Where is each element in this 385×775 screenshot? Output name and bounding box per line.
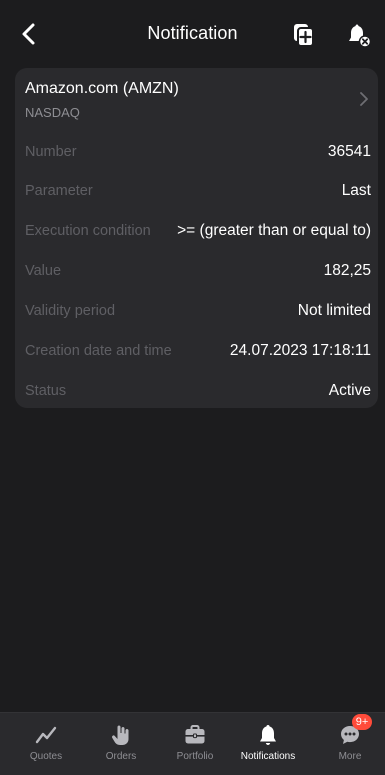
tab-more[interactable]: 9+ More — [315, 713, 385, 775]
detail-label: Parameter — [25, 183, 93, 199]
detail-label: Validity period — [25, 303, 116, 319]
detail-value: Not limited — [297, 302, 371, 319]
instrument-row[interactable]: Amazon.com (AMZN) NASDAQ — [15, 68, 378, 124]
detail-row-number: Number 36541 — [25, 140, 371, 164]
detail-row-value: Value 182,25 — [25, 259, 371, 283]
instrument-name: Amazon.com (AMZN) — [25, 80, 179, 97]
tab-bar: Quotes Orders Portfolio Notifications 9+ — [0, 712, 385, 775]
detail-row-parameter: Parameter Last — [25, 179, 371, 203]
detail-value: 36541 — [327, 143, 371, 160]
detail-label: Number — [25, 144, 77, 160]
tab-label: Notifications — [240, 751, 296, 762]
chevron-right-icon — [360, 92, 368, 106]
tab-quotes[interactable]: Quotes — [11, 713, 81, 775]
tab-label: More — [338, 751, 362, 762]
detail-label: Creation date and time — [25, 343, 172, 359]
detail-row-validity-period: Validity period Not limited — [25, 299, 371, 323]
detail-label: Value — [25, 263, 62, 279]
chevron-left-icon[interactable] — [18, 22, 42, 46]
tab-label: Orders — [105, 751, 137, 762]
top-bar: Notification — [0, 0, 385, 66]
detail-row-status: Status Active — [25, 379, 371, 403]
instrument-exchange: NASDAQ — [25, 105, 80, 120]
bell-icon — [260, 725, 276, 745]
tab-label: Quotes — [29, 751, 63, 762]
tab-notifications[interactable]: Notifications — [233, 713, 303, 775]
tab-orders[interactable]: Orders — [86, 713, 156, 775]
tab-label: Portfolio — [176, 751, 214, 762]
notification-card: Amazon.com (AMZN) NASDAQ Number 36541 Pa… — [15, 68, 378, 408]
bell-delete-icon[interactable] — [346, 22, 372, 48]
chart-line-icon — [35, 726, 57, 744]
hand-icon — [112, 725, 129, 745]
more-badge: 9+ — [352, 714, 372, 730]
detail-label: Execution condition — [25, 223, 151, 239]
detail-row-execution-condition: Execution condition >= (greater than or … — [25, 219, 371, 243]
detail-label: Status — [25, 383, 67, 399]
detail-value: >= (greater than or equal to) — [177, 222, 371, 239]
detail-value: 24.07.2023 17:18:11 — [229, 342, 371, 359]
page-title: Notification — [147, 22, 238, 43]
copy-add-icon[interactable] — [291, 22, 317, 48]
briefcase-icon — [185, 725, 205, 744]
tab-portfolio[interactable]: Portfolio — [160, 713, 230, 775]
detail-value: 182,25 — [323, 262, 371, 279]
detail-value: Active — [328, 382, 371, 399]
detail-value: Last — [341, 182, 371, 199]
detail-row-creation-date: Creation date and time 24.07.2023 17:18:… — [25, 339, 371, 363]
